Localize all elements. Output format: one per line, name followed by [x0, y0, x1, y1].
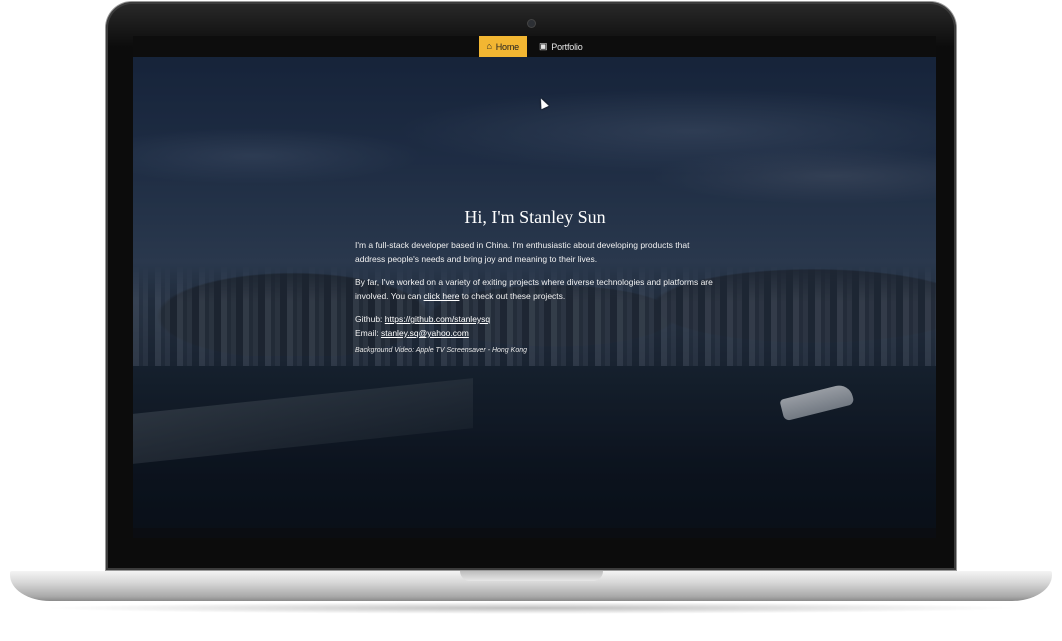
video-credit: Background Video: Apple TV Screensaver -…	[355, 347, 527, 354]
laptop-shadow	[40, 602, 1022, 614]
briefcase-icon: ▣	[538, 41, 548, 51]
github-link[interactable]: https://github.com/stanleysq	[385, 314, 490, 324]
github-label: Github:	[355, 314, 385, 324]
email-link[interactable]: stanley.sq@yahoo.com	[381, 328, 469, 338]
hero-content: Hi, I'm Stanley Sun I'm a full-stack dev…	[355, 206, 715, 358]
home-icon: ⌂	[486, 41, 492, 51]
page-title: Hi, I'm Stanley Sun	[464, 207, 606, 227]
email-label: Email:	[355, 328, 381, 338]
projects-suffix: to check out these projects.	[459, 291, 566, 301]
screen-bezel-bottom	[133, 528, 936, 538]
email-row: Email: stanley.sq@yahoo.com	[355, 326, 715, 340]
nav-home-label: Home	[495, 41, 519, 52]
projects-link[interactable]: click here	[424, 291, 460, 301]
github-row: Github: https://github.com/stanleysq	[355, 312, 715, 326]
top-nav: ⌂ Home ▣ Portfolio	[133, 36, 936, 57]
webcam-icon	[528, 20, 535, 27]
nav-portfolio[interactable]: ▣ Portfolio	[531, 36, 591, 57]
nav-home[interactable]: ⌂ Home	[478, 36, 527, 57]
projects-text: By far, I've worked on a variety of exit…	[355, 275, 715, 303]
contact-info: Github: https://github.com/stanleysq Ema…	[355, 312, 715, 340]
nav-portfolio-label: Portfolio	[551, 41, 583, 52]
laptop-screen: ⌂ Home ▣ Portfolio Hi, I'm Stanley Sun I…	[133, 36, 936, 538]
intro-text: I'm a full-stack developer based in Chin…	[355, 240, 690, 264]
laptop-notch	[460, 571, 603, 581]
